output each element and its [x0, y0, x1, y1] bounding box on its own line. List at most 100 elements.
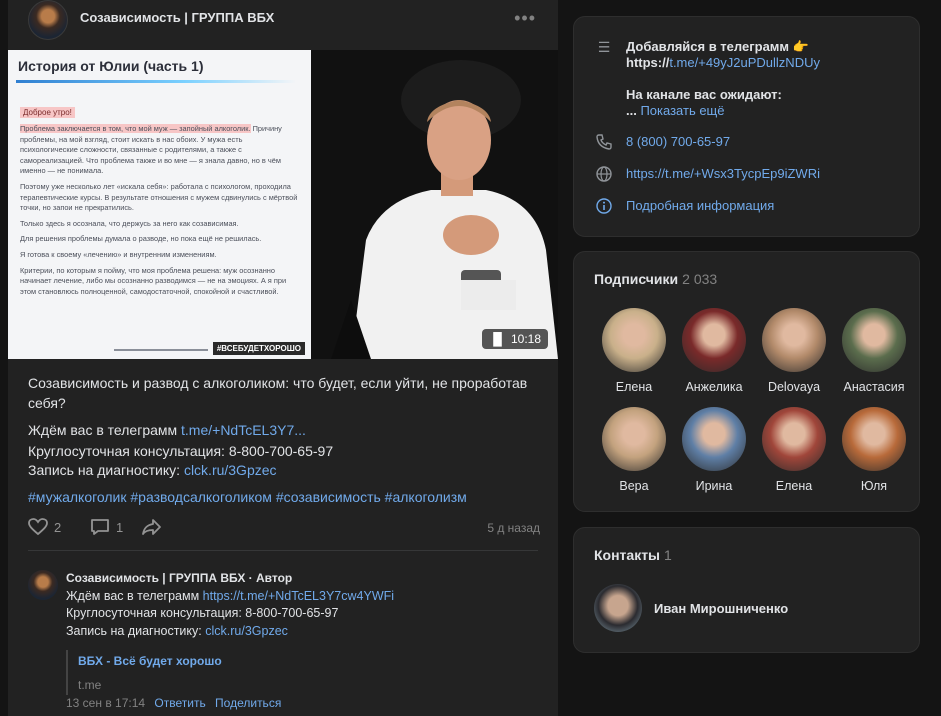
share-button[interactable] — [142, 518, 162, 536]
contacts-card: Контакты 1 Иван Мирошниченко — [573, 527, 920, 653]
subscriber-name[interactable]: Елена — [754, 479, 834, 493]
contacts-title[interactable]: Контакты 1 — [594, 547, 672, 563]
slide-highlight: Проблема заключается в том, что мой муж … — [20, 124, 251, 133]
description-telegram-link[interactable]: t.me/+49yJ2uPDullzNDUy — [669, 55, 820, 70]
description-link-prefix: https:// — [626, 55, 670, 70]
slide-paragraph: Я готова к своему «лечению» и внутренним… — [20, 249, 217, 259]
comment-meta: 13 сен в 17:14 Ответить Поделиться — [66, 696, 281, 710]
video-slide: История от Юлии (часть 1) Доброе утро! П… — [8, 50, 311, 359]
subscriber-item[interactable]: Анжелика — [674, 308, 754, 394]
subscriber-name[interactable]: Ирина — [674, 479, 754, 493]
video-presenter — [311, 50, 558, 359]
link-preview[interactable]: ВБХ - Всё будет хорошо t.me — [66, 650, 366, 695]
comment-diagnostic-line: Запись на диагностику: clck.ru/3Gpzec — [66, 624, 288, 638]
subscriber-name[interactable]: Delovaya — [754, 380, 834, 394]
subscriber-avatar[interactable] — [682, 407, 746, 471]
subscriber-name[interactable]: Анжелика — [674, 380, 754, 394]
post-diagnostic-link[interactable]: clck.ru/3Gpzec — [184, 462, 277, 478]
subscriber-item[interactable]: Вера — [594, 407, 674, 493]
details-link[interactable]: Подробная информация — [626, 198, 774, 214]
subscribers-count: 2 033 — [682, 271, 718, 287]
comment-diagnostic-text: Запись на диагностику: — [66, 624, 206, 638]
subscriber-name[interactable]: Юля — [834, 479, 914, 493]
subscribers-title[interactable]: Подписчики 2 033 — [594, 271, 717, 287]
post-card: Созависимость | ГРУППА ВБХ ••• История о… — [8, 0, 558, 716]
subscribers-card: Подписчики 2 033 Елена Анжелика Delovaya Ана… — [573, 251, 920, 512]
subscriber-avatar[interactable] — [602, 407, 666, 471]
description-icon: ☰ — [597, 39, 611, 55]
link-preview-title[interactable]: ВБХ - Всё будет хорошо — [78, 654, 366, 668]
slide-paragraph: Для решения проблемы думала о разводе, н… — [20, 234, 262, 244]
subscriber-avatar[interactable] — [602, 308, 666, 372]
heart-icon — [28, 518, 48, 536]
contact-item[interactable]: Иван Мирошниченко — [594, 584, 788, 632]
post-telegram-text: Ждём вас в телеграмм — [28, 422, 182, 438]
subscriber-name[interactable]: Анастасия — [834, 380, 914, 394]
group-name[interactable]: Созависимость | ГРУППА ВБХ — [80, 10, 274, 25]
comment-diagnostic-link[interactable]: clck.ru/3Gpzec — [205, 624, 288, 638]
subscriber-item[interactable]: Елена — [754, 407, 834, 493]
post-hashtags[interactable]: #мужалкоголик #разводсалкоголиком #созав… — [28, 489, 467, 505]
phone-link[interactable]: 8 (800) 700-65-97 — [626, 134, 730, 150]
post-telegram-line: Ждём вас в телеграмм t.me/+NdTcEL3Y7... — [28, 422, 306, 438]
site-row: https://t.me/+Wsx3TycpEp9iZWRi — [594, 166, 820, 185]
video-quality-icon: ▐▌ — [488, 332, 506, 346]
comment-button[interactable]: 1 — [90, 518, 123, 536]
subscriber-avatar[interactable] — [762, 308, 826, 372]
post-time[interactable]: 5 д назад — [487, 521, 540, 535]
post-telegram-link[interactable]: t.me/+NdTcEL3Y7... — [181, 422, 306, 438]
slide-underline — [16, 80, 296, 83]
subscriber-item[interactable]: Юля — [834, 407, 914, 493]
site-link[interactable]: https://t.me/+Wsx3TycpEp9iZWRi — [626, 166, 820, 182]
comment-telegram-text: Ждём вас в телеграмм — [66, 589, 203, 603]
subscriber-item[interactable]: Delovaya — [754, 308, 834, 394]
post-consult-line: Круглосуточная консультация: 8-800-700-6… — [28, 443, 334, 459]
post-header: Созависимость | ГРУППА ВБХ ••• — [8, 0, 558, 50]
subscriber-item[interactable]: Ирина — [674, 407, 754, 493]
more-options-icon[interactable]: ••• — [514, 8, 536, 29]
subscriber-avatar[interactable] — [842, 308, 906, 372]
subscriber-item[interactable]: Елена — [594, 308, 674, 394]
presenter-figure — [311, 50, 558, 359]
comment-author[interactable]: Созависимость | ГРУППА ВБХ · Автор — [66, 571, 292, 585]
details-row: Подробная информация — [594, 198, 774, 217]
like-count: 2 — [54, 519, 62, 535]
subscribers-title-text: Подписчики — [594, 271, 679, 287]
slide-paragraph: Только здесь я осознала, что держусь за … — [20, 218, 239, 228]
slide-paragraph: Поэтому уже несколько лет «искала себя»:… — [20, 181, 298, 213]
description-ellipsis: ... — [626, 103, 641, 118]
show-more-link[interactable]: Показать ещё — [640, 103, 724, 118]
share-comment-button[interactable]: Поделиться — [215, 696, 281, 710]
subscriber-avatar[interactable] — [682, 308, 746, 372]
description-row: ☰ Добавляйся в телеграмм 👉 https://t.me/… — [594, 39, 820, 119]
video-player[interactable]: История от Юлии (часть 1) Доброе утро! П… — [8, 50, 558, 359]
contact-avatar[interactable] — [594, 584, 642, 632]
description-text: Добавляйся в телеграмм 👉 https://t.me/+4… — [626, 39, 820, 119]
post-title: Созависимость и развод с алкоголиком: чт… — [28, 375, 528, 411]
contact-name[interactable]: Иван Мирошниченко — [654, 601, 788, 616]
slide-greeting: Доброе утро! — [20, 107, 75, 118]
globe-icon — [594, 166, 614, 185]
like-button[interactable]: 2 — [28, 518, 61, 536]
reply-button[interactable]: Ответить — [154, 696, 205, 710]
contacts-title-text: Контакты — [594, 547, 661, 563]
slide-paragraph: Проблема заключается в том, что мой муж … — [20, 124, 299, 177]
comment-consult-line: Круглосуточная консультация: 8-800-700-6… — [66, 606, 339, 620]
description-line1: Добавляйся в телеграмм 👉 — [626, 39, 809, 54]
subscriber-avatar[interactable] — [842, 407, 906, 471]
comment-telegram-line: Ждём вас в телеграмм https://t.me/+NdTcE… — [66, 589, 394, 603]
group-avatar[interactable] — [28, 0, 68, 40]
phone-row: 8 (800) 700-65-97 — [594, 134, 730, 153]
subscriber-avatar[interactable] — [762, 407, 826, 471]
comment-avatar[interactable] — [28, 570, 58, 600]
post-diagnostic-text: Запись на диагностику: — [28, 462, 184, 478]
subscriber-name[interactable]: Елена — [594, 380, 674, 394]
comment-telegram-link[interactable]: https://t.me/+NdTcEL3Y7cw4YWFi — [203, 589, 394, 603]
subscriber-item[interactable]: Анастасия — [834, 308, 914, 394]
comment-date[interactable]: 13 сен в 17:14 — [66, 696, 145, 710]
slide-paragraph: Критерии, по которым я пойму, что моя пр… — [20, 265, 287, 296]
divider — [28, 550, 538, 551]
subscriber-name[interactable]: Вера — [594, 479, 674, 493]
comment-count: 1 — [116, 519, 124, 535]
